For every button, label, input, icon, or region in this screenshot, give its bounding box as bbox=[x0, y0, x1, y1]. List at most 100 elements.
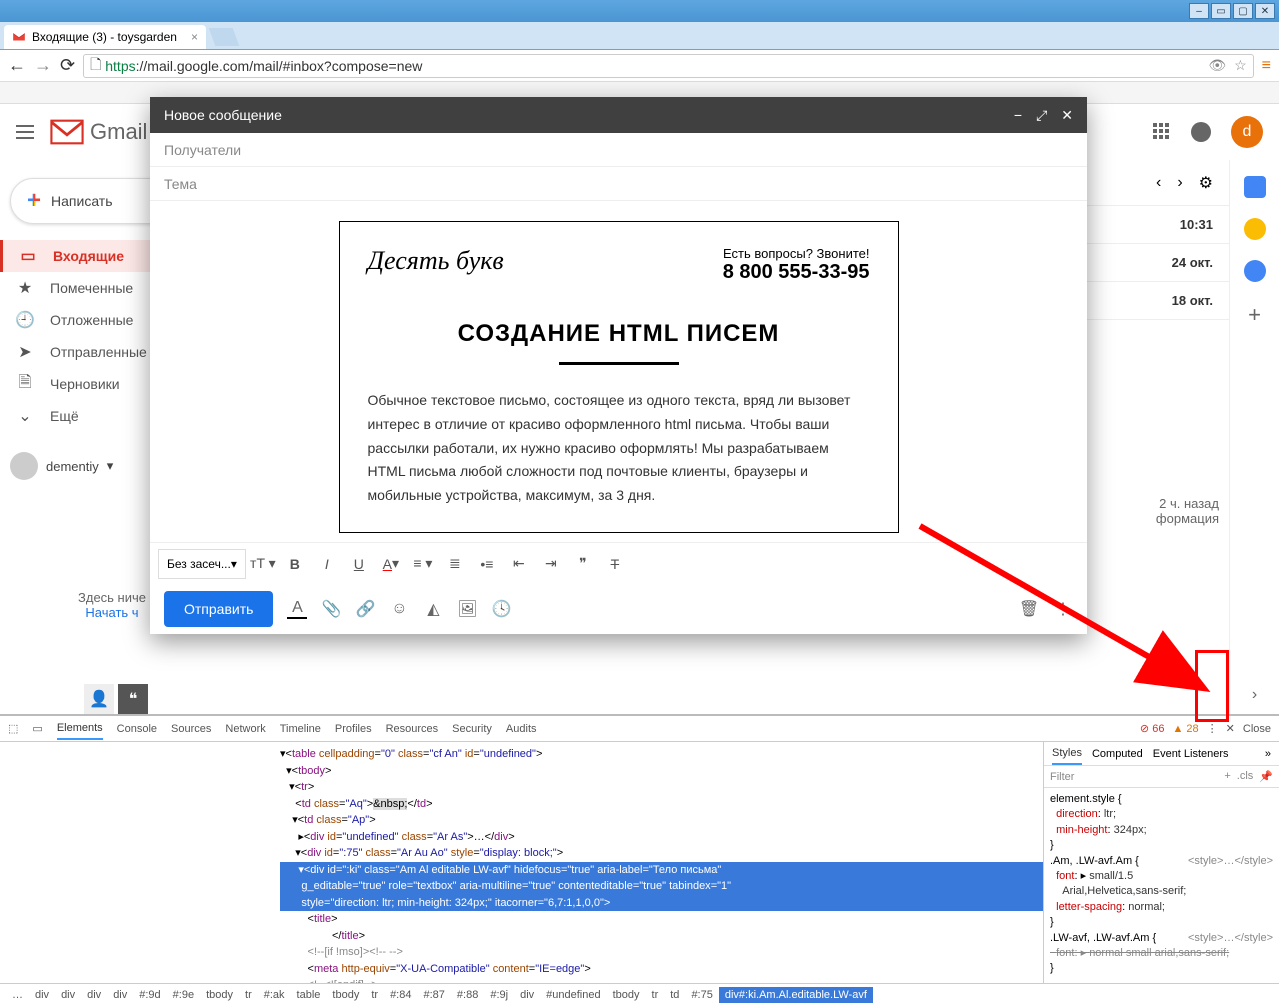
style-rules[interactable]: element.style { direction: ltr; min-heig… bbox=[1044, 788, 1279, 983]
chevron-left-icon[interactable]: ‹ bbox=[1156, 174, 1161, 192]
minimize-icon[interactable]: − bbox=[1014, 107, 1022, 124]
tasks-icon[interactable] bbox=[1244, 260, 1266, 282]
italic-icon[interactable]: I bbox=[312, 549, 342, 579]
dom-breadcrumbs[interactable]: … div div div div #:9d #:9e tbody tr #:a… bbox=[0, 983, 1279, 1005]
forward-button[interactable]: → bbox=[34, 55, 52, 76]
error-count[interactable]: ⊘ 66 bbox=[1140, 722, 1165, 735]
subject-field[interactable]: Тема bbox=[150, 167, 1087, 201]
back-button[interactable]: ← bbox=[8, 55, 26, 76]
minimize-icon[interactable]: – bbox=[1189, 3, 1209, 19]
attach-icon[interactable]: 📎 bbox=[321, 599, 341, 619]
keep-icon[interactable] bbox=[1244, 218, 1266, 240]
contacts-icon[interactable]: 👤 bbox=[84, 684, 114, 714]
add-addon-icon[interactable]: + bbox=[1248, 302, 1261, 328]
recipients-field[interactable]: Получатели bbox=[150, 133, 1087, 167]
browser-tab[interactable]: Входящие (3) - toysgarden × bbox=[4, 25, 206, 49]
image-icon[interactable]: 🖼 bbox=[457, 599, 477, 619]
close-icon[interactable]: ✕ bbox=[1255, 3, 1275, 19]
emoji-icon[interactable]: ☺ bbox=[389, 599, 409, 619]
contact-block: Есть вопросы? Звоните! 8 800 555-33-95 bbox=[723, 246, 870, 284]
devtools-close-icon[interactable]: ✕ bbox=[1226, 722, 1235, 735]
divider bbox=[559, 362, 679, 365]
warning-count[interactable]: ▲ 28 bbox=[1172, 723, 1198, 735]
apps-icon[interactable] bbox=[1153, 123, 1171, 141]
link-icon[interactable]: 🔗 bbox=[355, 599, 375, 619]
devtools-menu-icon[interactable]: ⋮ bbox=[1207, 722, 1218, 735]
star-icon: ★ bbox=[16, 279, 34, 297]
tab-close-icon[interactable]: × bbox=[191, 30, 198, 44]
more-icon[interactable]: » bbox=[1265, 748, 1271, 760]
tab-profiles[interactable]: Profiles bbox=[335, 719, 372, 739]
popout-icon[interactable]: ⤢ bbox=[1036, 107, 1047, 124]
account-avatar[interactable]: d bbox=[1231, 116, 1263, 148]
close-label: Close bbox=[1243, 723, 1271, 735]
draft-icon: 🗎 bbox=[16, 375, 34, 393]
chevron-down-icon: ⌄ bbox=[16, 407, 34, 425]
align-icon[interactable]: ≡ ▾ bbox=[408, 549, 438, 579]
gmail-icon bbox=[12, 30, 26, 44]
maximize-icon[interactable]: ▢ bbox=[1233, 3, 1253, 19]
tab-title: Входящие (3) - toysgarden bbox=[32, 30, 177, 44]
compose-body[interactable]: Десять букв Есть вопросы? Звоните! 8 800… bbox=[150, 201, 1087, 542]
format-icon[interactable]: A bbox=[287, 599, 307, 619]
user-avatar bbox=[10, 452, 38, 480]
text-color-icon[interactable]: A ▾ bbox=[376, 549, 406, 579]
chevron-right-icon[interactable]: › bbox=[1252, 686, 1257, 704]
email-template: Десять букв Есть вопросы? Звоните! 8 800… bbox=[339, 221, 899, 533]
letter-heading: СОЗДАНИЕ HTML ПИСЕМ bbox=[368, 320, 870, 348]
underline-icon[interactable]: U bbox=[344, 549, 374, 579]
devtools-tabs: ⬚ ▭ Elements Console Sources Network Tim… bbox=[0, 716, 1279, 742]
tab-resources[interactable]: Resources bbox=[386, 719, 439, 739]
gmail-logo[interactable]: Gmail bbox=[50, 119, 147, 145]
tab-console[interactable]: Console bbox=[117, 719, 157, 739]
add-rule-icon[interactable]: + bbox=[1224, 770, 1230, 783]
pin-icon[interactable]: 📌 bbox=[1259, 770, 1273, 783]
font-select[interactable]: Без засеч... ▾ bbox=[158, 549, 246, 579]
styletab-styles[interactable]: Styles bbox=[1052, 743, 1082, 765]
send-button[interactable]: Отправить bbox=[164, 591, 273, 627]
star-icon[interactable]: ☆ bbox=[1234, 57, 1247, 74]
styles-filter[interactable]: Filter + .cls 📌 bbox=[1044, 766, 1279, 788]
chevron-right-icon[interactable]: › bbox=[1177, 174, 1182, 192]
window-titlebar: – ▭ ▢ ✕ bbox=[0, 0, 1279, 22]
restore-icon[interactable]: ▭ bbox=[1211, 3, 1231, 19]
address-bar[interactable]: 🗋 https://mail.google.com/mail/#inbox?co… bbox=[83, 54, 1254, 78]
inspect-icon[interactable]: ⬚ bbox=[8, 722, 18, 735]
indent-more-icon[interactable]: ⇥ bbox=[536, 549, 566, 579]
menu-icon[interactable] bbox=[16, 125, 34, 139]
gear-icon[interactable]: ⚙ bbox=[1199, 173, 1213, 193]
drive-icon[interactable]: ◭ bbox=[423, 599, 443, 619]
clock-icon[interactable]: 🕓 bbox=[491, 599, 511, 619]
compose-header[interactable]: Новое сообщение − ⤢ ✕ bbox=[150, 97, 1087, 133]
device-icon[interactable]: ▭ bbox=[32, 722, 42, 735]
tab-timeline[interactable]: Timeline bbox=[280, 719, 321, 739]
font-size-icon[interactable]: тT ▾ bbox=[248, 549, 278, 579]
bold-icon[interactable]: B bbox=[280, 549, 310, 579]
tab-security[interactable]: Security bbox=[452, 719, 492, 739]
hangouts-icon[interactable]: ❝ bbox=[118, 684, 148, 714]
addon-bar: + › bbox=[1229, 160, 1279, 714]
clock-icon: 🕘 bbox=[16, 311, 34, 329]
bullet-list-icon[interactable]: •≡ bbox=[472, 549, 502, 579]
clear-format-icon[interactable]: T bbox=[600, 549, 630, 579]
quote-icon[interactable]: ❞ bbox=[568, 549, 598, 579]
tab-sources[interactable]: Sources bbox=[171, 719, 211, 739]
browser-toolbar: ← → ⟳ 🗋 https://mail.google.com/mail/#in… bbox=[0, 50, 1279, 82]
tab-network[interactable]: Network bbox=[225, 719, 265, 739]
styletab-computed[interactable]: Computed bbox=[1092, 748, 1143, 760]
notifications-icon[interactable] bbox=[1191, 122, 1211, 142]
tab-audits[interactable]: Audits bbox=[506, 719, 537, 739]
close-icon[interactable]: ✕ bbox=[1061, 107, 1073, 124]
tab-elements[interactable]: Elements bbox=[57, 718, 103, 740]
numbered-list-icon[interactable]: ≣ bbox=[440, 549, 470, 579]
dom-tree[interactable]: ▾<table cellpadding="0" class="cf An" id… bbox=[0, 742, 1043, 983]
reload-button[interactable]: ⟳ bbox=[60, 55, 75, 76]
page-icon: 🗋 bbox=[90, 54, 101, 78]
calendar-icon[interactable] bbox=[1244, 176, 1266, 198]
cls-toggle[interactable]: .cls bbox=[1237, 770, 1254, 783]
browser-menu-icon[interactable]: ≡ bbox=[1262, 57, 1271, 75]
new-tab-button[interactable] bbox=[209, 28, 240, 46]
indent-less-icon[interactable]: ⇤ bbox=[504, 549, 534, 579]
styletab-listeners[interactable]: Event Listeners bbox=[1153, 748, 1229, 760]
eye-icon[interactable]: 👁 bbox=[1208, 57, 1226, 74]
